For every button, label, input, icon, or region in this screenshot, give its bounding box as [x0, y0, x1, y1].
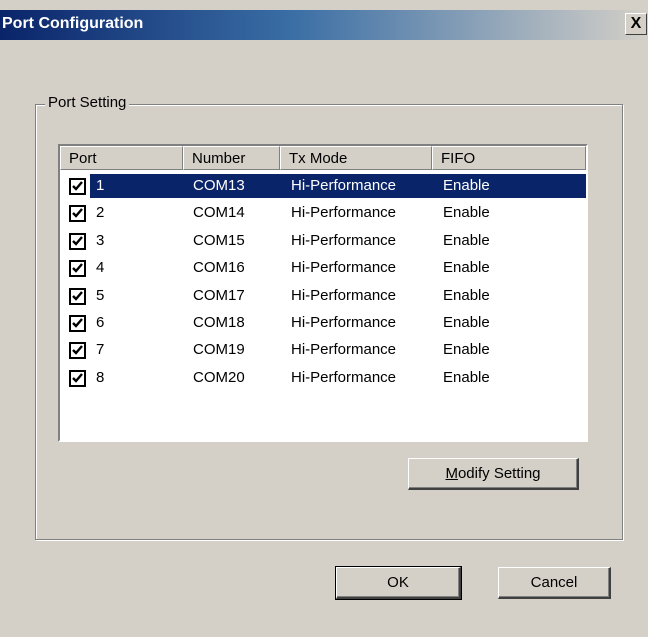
fifo-cell: Enable	[443, 177, 490, 194]
port-cell: 8	[96, 369, 105, 386]
ok-button[interactable]: OK	[335, 566, 462, 600]
title-bar[interactable]: Port Configuration X	[0, 10, 648, 40]
number-cell: COM13	[193, 177, 245, 194]
modify-setting-button[interactable]: Modify Setting	[408, 458, 579, 490]
number-cell: COM14	[193, 204, 245, 221]
checkmark-icon	[72, 318, 83, 328]
table-row[interactable]: 4 COM16 Hi-Performance Enable	[60, 254, 586, 281]
port-enable-checkbox[interactable]	[69, 315, 86, 332]
checkmark-icon	[72, 263, 83, 273]
cancel-label: Cancel	[530, 574, 578, 591]
port-cell: 3	[96, 232, 105, 249]
fifo-cell: Enable	[443, 314, 490, 331]
checkmark-icon	[72, 345, 83, 355]
number-cell: COM15	[193, 232, 245, 249]
window-title: Port Configuration	[2, 15, 144, 32]
cancel-button[interactable]: Cancel	[498, 567, 611, 599]
tx-mode-cell: Hi-Performance	[291, 259, 397, 276]
table-row[interactable]: 7 COM19 Hi-Performance Enable	[60, 336, 586, 363]
table-row[interactable]: 2 COM14 Hi-Performance Enable	[60, 199, 586, 226]
close-icon: X	[630, 15, 642, 32]
tx-mode-cell: Hi-Performance	[291, 341, 397, 358]
port-cell: 1	[96, 177, 105, 194]
number-cell: COM20	[193, 369, 245, 386]
port-setting-group-label: Port Setting	[45, 94, 130, 111]
tx-mode-cell: Hi-Performance	[291, 314, 397, 331]
fifo-cell: Enable	[443, 259, 490, 276]
column-header-port[interactable]: Port	[60, 146, 183, 170]
table-row[interactable]: 5 COM17 Hi-Performance Enable	[60, 282, 586, 309]
fifo-cell: Enable	[443, 369, 490, 386]
ok-label: OK	[387, 574, 409, 591]
port-enable-checkbox[interactable]	[69, 178, 86, 195]
port-cell: 7	[96, 341, 105, 358]
port-list[interactable]: Port Number Tx Mode FIFO 1 COM13 Hi-Perfor…	[58, 144, 588, 442]
checkmark-icon	[72, 181, 83, 191]
port-cell: 4	[96, 259, 105, 276]
port-list-header: Port Number Tx Mode FIFO	[60, 146, 586, 170]
checkmark-icon	[72, 236, 83, 246]
tx-mode-cell: Hi-Performance	[291, 177, 397, 194]
number-cell: COM18	[193, 314, 245, 331]
column-header-tx-mode[interactable]: Tx Mode	[280, 146, 432, 170]
modify-setting-label: Modify Setting	[445, 465, 541, 482]
fifo-cell: Enable	[443, 232, 490, 249]
column-header-number[interactable]: Number	[183, 146, 280, 170]
close-button[interactable]: X	[625, 13, 647, 35]
column-header-fifo[interactable]: FIFO	[432, 146, 586, 170]
tx-mode-cell: Hi-Performance	[291, 204, 397, 221]
tx-mode-cell: Hi-Performance	[291, 232, 397, 249]
fifo-cell: Enable	[443, 204, 490, 221]
fifo-cell: Enable	[443, 341, 490, 358]
table-row[interactable]: 3 COM15 Hi-Performance Enable	[60, 227, 586, 254]
port-cell: 5	[96, 287, 105, 304]
port-enable-checkbox[interactable]	[69, 342, 86, 359]
port-enable-checkbox[interactable]	[69, 288, 86, 305]
table-row[interactable]: 6 COM18 Hi-Performance Enable	[60, 309, 586, 336]
port-cell: 6	[96, 314, 105, 331]
port-enable-checkbox[interactable]	[69, 260, 86, 277]
port-enable-checkbox[interactable]	[69, 205, 86, 222]
checkmark-icon	[72, 291, 83, 301]
port-enable-checkbox[interactable]	[69, 233, 86, 250]
tx-mode-cell: Hi-Performance	[291, 287, 397, 304]
checkmark-icon	[72, 208, 83, 218]
number-cell: COM17	[193, 287, 245, 304]
number-cell: COM16	[193, 259, 245, 276]
number-cell: COM19	[193, 341, 245, 358]
port-enable-checkbox[interactable]	[69, 370, 86, 387]
fifo-cell: Enable	[443, 287, 490, 304]
tx-mode-cell: Hi-Performance	[291, 369, 397, 386]
table-row[interactable]: 8 COM20 Hi-Performance Enable	[60, 364, 586, 391]
port-cell: 2	[96, 204, 105, 221]
port-configuration-dialog: Port Configuration X Port Setting Port N…	[0, 0, 648, 637]
table-row[interactable]: 1 COM13 Hi-Performance Enable	[60, 172, 586, 199]
checkmark-icon	[72, 373, 83, 383]
